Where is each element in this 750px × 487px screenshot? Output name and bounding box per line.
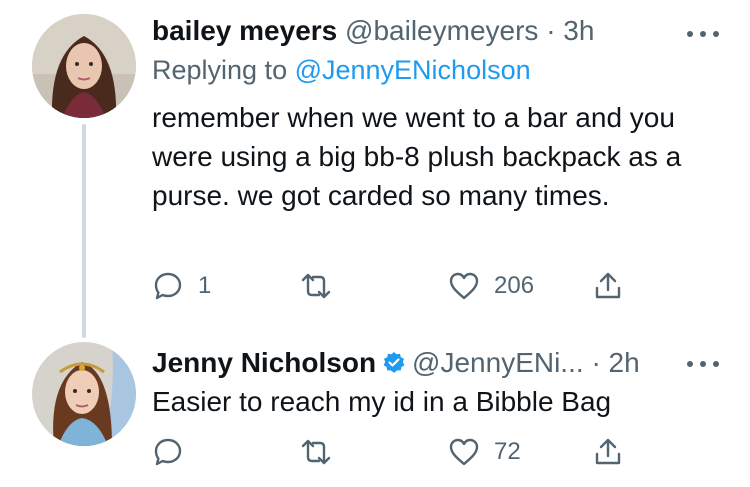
reply-count: 1 <box>198 272 212 299</box>
display-name[interactable]: Jenny Nicholson <box>152 347 376 378</box>
separator: · <box>546 15 556 46</box>
separator: · <box>591 347 601 378</box>
retweet-icon <box>301 439 331 465</box>
share-icon <box>595 438 621 465</box>
replying-to: Replying to @JennyENicholson <box>152 53 531 87</box>
handle[interactable]: @baileymeyers <box>345 15 538 46</box>
reply-icon <box>154 438 182 466</box>
retweet-icon <box>301 273 331 299</box>
avatar[interactable] <box>32 14 136 118</box>
thread-line <box>82 124 86 338</box>
like-count: 72 <box>494 438 521 465</box>
action-bar: 72 <box>152 434 652 470</box>
more-icon[interactable] <box>686 30 720 38</box>
reply-button[interactable] <box>152 434 198 470</box>
reply-icon <box>154 272 182 300</box>
replying-mention[interactable]: @JennyENicholson <box>295 55 531 85</box>
display-name[interactable]: bailey meyers <box>152 15 337 46</box>
like-button[interactable]: 206 <box>448 268 534 304</box>
tweet-text: Easier to reach my id in a Bibble Bag <box>152 386 612 417</box>
share-icon <box>595 272 621 299</box>
like-button[interactable]: 72 <box>448 434 521 470</box>
tweet[interactable]: Jenny Nicholson @JennyENi... · 2h Easier… <box>0 340 750 487</box>
like-icon <box>449 272 479 300</box>
share-button[interactable] <box>592 434 624 470</box>
tweet-text: remember when we went to a bar and you w… <box>152 102 682 211</box>
reply-button[interactable]: 1 <box>152 268 211 304</box>
like-icon <box>449 438 479 466</box>
share-button[interactable] <box>592 268 624 304</box>
action-bar: 1 206 <box>152 268 652 304</box>
tweet[interactable]: bailey meyers @baileymeyers · 3h Replyin… <box>0 0 750 340</box>
tweet-header: bailey meyers @baileymeyers · 3h <box>152 14 738 48</box>
retweet-button[interactable] <box>300 434 346 470</box>
like-count: 206 <box>494 272 535 299</box>
timestamp[interactable]: 2h <box>609 347 640 378</box>
verified-badge-icon <box>383 352 405 373</box>
retweet-button[interactable] <box>300 268 346 304</box>
tweet-header: Jenny Nicholson @JennyENi... · 2h <box>152 346 738 380</box>
replying-prefix: Replying to <box>152 55 295 85</box>
timestamp[interactable]: 3h <box>563 15 594 46</box>
avatar[interactable] <box>32 342 136 446</box>
handle[interactable]: @JennyENi... <box>412 347 584 378</box>
more-icon[interactable] <box>686 360 720 368</box>
